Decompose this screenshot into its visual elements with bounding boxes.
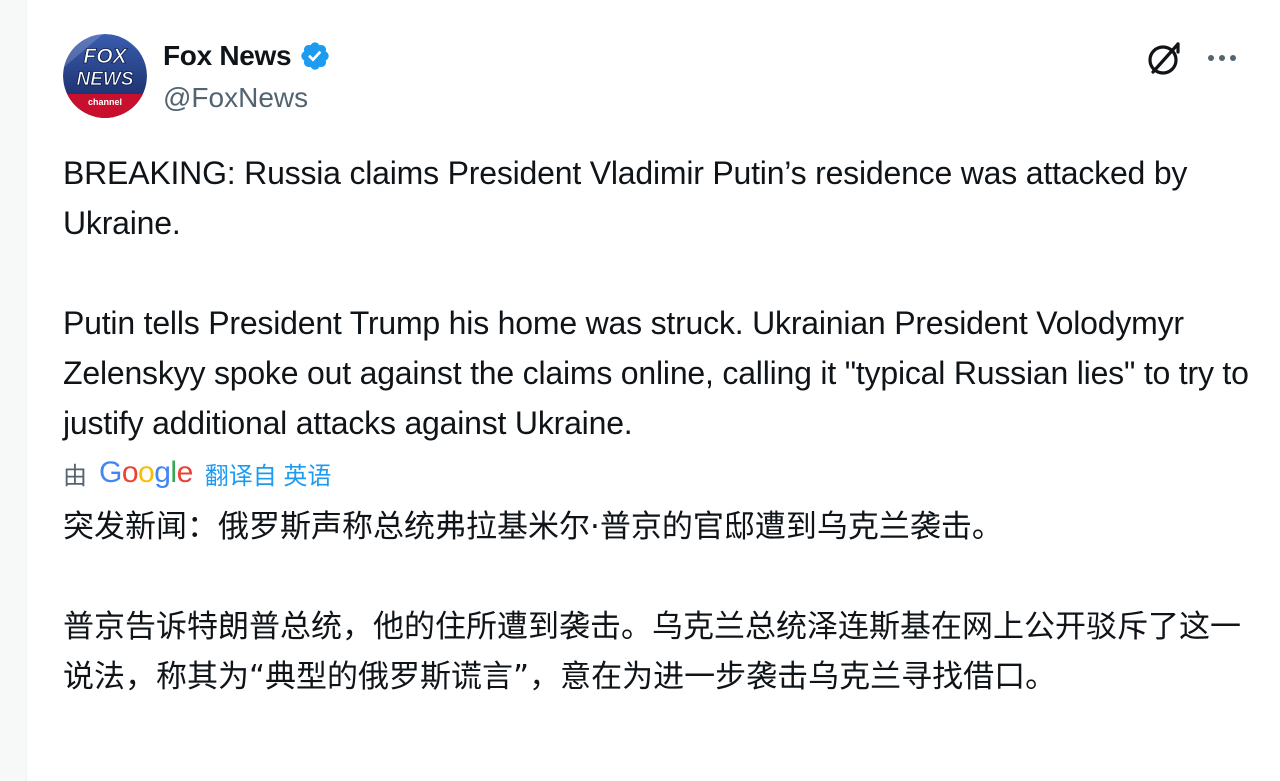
- svg-text:NEWS: NEWS: [77, 69, 134, 90]
- translation-attribution: 由 Google 翻译自 英语: [63, 455, 331, 491]
- grok-icon: [1148, 42, 1180, 75]
- translation-prefix: 由: [63, 462, 87, 490]
- google-logo-icon: Google: [99, 456, 193, 489]
- tweet-paragraph: BREAKING: Russia claims President Vladim…: [63, 155, 1188, 241]
- translated-paragraph: 普京告诉特朗普总统，他的住所遭到袭击。乌克兰总统泽连斯基在网上公开驳斥了这一说法…: [63, 609, 1241, 695]
- svg-text:channel: channel: [88, 97, 122, 107]
- tweet-card: FOX NEWS channel Fox News @FoxNews BREAK…: [26, 0, 1280, 781]
- avatar[interactable]: FOX NEWS channel: [63, 34, 147, 118]
- translated-text: 突发新闻：俄罗斯声称总统弗拉基米尔·普京的官邸遭到乌克兰袭击。 普京告诉特朗普总…: [63, 502, 1258, 702]
- author-handle[interactable]: @FoxNews: [163, 80, 308, 116]
- tweet-text: BREAKING: Russia claims President Vladim…: [63, 148, 1253, 448]
- svg-text:FOX: FOX: [83, 45, 128, 68]
- fox-news-logo-icon: FOX NEWS channel: [63, 34, 147, 118]
- more-options-icon: [1208, 55, 1236, 61]
- translated-from-link[interactable]: 翻译自 英语: [205, 456, 332, 491]
- more-options-button[interactable]: [1201, 38, 1243, 80]
- grok-button[interactable]: [1143, 38, 1185, 80]
- translated-paragraph: 突发新闻：俄罗斯声称总统弗拉基米尔·普京的官邸遭到乌克兰袭击。: [63, 509, 1003, 545]
- author-name-row: Fox News: [163, 38, 331, 74]
- tweet-paragraph: Putin tells President Trump his home was…: [63, 305, 1249, 441]
- verified-badge-icon: [301, 42, 329, 70]
- author-display-name[interactable]: Fox News: [163, 38, 292, 74]
